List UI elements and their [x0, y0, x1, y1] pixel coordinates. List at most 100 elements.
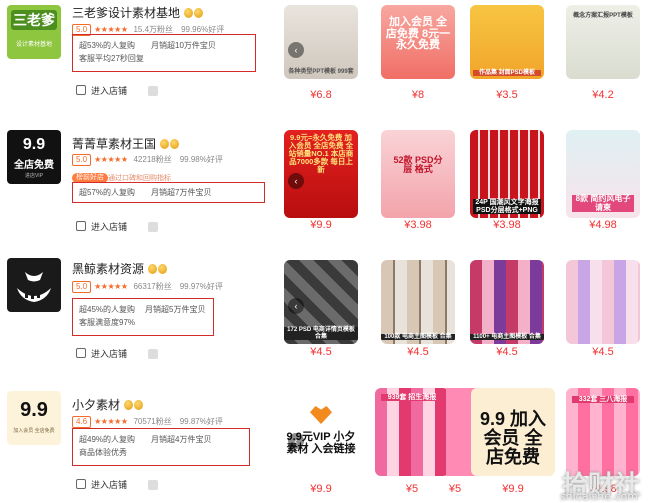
positive-rate: 99.98%好评	[179, 155, 223, 164]
product-price: ¥6.8	[310, 89, 332, 101]
product-price: ¥3.98	[493, 219, 521, 231]
store-name-text: 三老爹设计素材基地	[72, 6, 181, 20]
fans-count: 42218粉丝	[133, 155, 172, 164]
product-price: ¥4.5	[310, 346, 332, 358]
rating-row: 5.0 ★★★★★ 66317粉丝 99.97%好评	[72, 281, 223, 293]
carousel-prev-arrow[interactable]: ‹	[288, 42, 304, 58]
product-thumbnail[interactable]: 332套 三八海报	[566, 388, 640, 476]
product-price: ¥3.5	[496, 89, 518, 101]
star-rating-icon: ★★★★★	[94, 25, 128, 34]
product-thumbnail[interactable]	[566, 260, 640, 344]
fans-count: 70571粉丝	[133, 417, 172, 426]
favorite-checkbox[interactable]	[148, 349, 158, 359]
service-line: 客服平均27秒回复	[79, 54, 144, 63]
store-name[interactable]: 黑鲸素材资源	[72, 260, 168, 277]
logo-text: 9.9	[22, 136, 46, 153]
heart-icon	[310, 406, 332, 424]
product-price: ¥4.98	[589, 219, 617, 231]
logo-subtext: 全店免费	[14, 160, 54, 171]
product-thumbnail[interactable]: 939套 招生海报	[375, 388, 449, 476]
star-rating-icon: ★★★★★	[94, 417, 128, 426]
logo-tag: 进店VIP	[24, 173, 44, 179]
repurchase-line: 超45%的人复购 月销超5万件宝贝	[79, 305, 206, 314]
store-card: 9.9 全店免费 进店VIP 菁菁草素材王国 5.0 ★★★★★ 42218粉丝 99…	[0, 125, 650, 250]
store-name-text: 黑鲸素材资源	[72, 262, 145, 276]
carousel-prev-arrow[interactable]: ‹	[288, 173, 304, 189]
logo-text: 9.9	[20, 399, 48, 421]
rating-row: 5.0 ★★★★★ 42218粉丝 99.98%好评	[72, 154, 223, 166]
favorite-checkbox[interactable]	[148, 480, 158, 490]
product-price: ¥9.9	[502, 483, 524, 495]
highlight-box: 超45%的人复购 月销超5万件宝贝 客服满意度97%	[72, 298, 214, 336]
product-thumbnail[interactable]: 概念方案汇报PPT模板	[566, 5, 640, 79]
repurchase-line: 超57%的人复购 月销超7万件宝贝	[79, 188, 212, 197]
store-card: 黑鲸素材资源 5.0 ★★★★★ 66317粉丝 99.97%好评 超45%的人复购月…	[0, 250, 650, 375]
medal-icons	[160, 138, 180, 152]
product-price: ¥4.2	[592, 89, 614, 101]
store-card: 9.9 加入会员 全店免费 小夕素材 4.6 ★★★★★ 70571粉丝 99.87%…	[0, 375, 650, 503]
product-price: ¥8	[411, 89, 425, 101]
star-rating-icon: ★★★★★	[94, 155, 128, 164]
store-icon	[76, 221, 86, 231]
carousel-prev-arrow[interactable]: ‹	[288, 298, 304, 314]
product-thumbnail[interactable]: 8款 简约风电子请柬	[566, 130, 640, 218]
logo-subtext: 设计素材基地	[15, 42, 52, 48]
enter-store-button[interactable]: 进入店铺	[76, 478, 127, 491]
store-name-text: 菁菁草素材王国	[72, 137, 157, 151]
service-line: 客服满意度97%	[79, 318, 136, 327]
product-thumbnail[interactable]: 24P 国潮风文字海报 PSD分层格式+PNG	[470, 130, 544, 218]
medal-icons	[184, 7, 204, 21]
product-thumbnail[interactable]: 9.9 加入会员 全店免费	[471, 388, 555, 476]
highlight-box: 超49%的人复购 月销超4万件宝贝 商品体验优秀	[72, 428, 250, 466]
store-icon	[76, 348, 86, 358]
highlight-box: 超57%的人复购 月销超7万件宝贝	[72, 182, 265, 203]
product-price: ¥3.98	[404, 219, 432, 231]
repurchase-line: 超53%的人复购 月销超10万件宝贝	[79, 41, 216, 50]
medal-icons	[148, 263, 168, 277]
score-badge: 4.6	[72, 416, 92, 428]
product-price: ¥4.5	[496, 346, 518, 358]
favorite-checkbox[interactable]	[148, 86, 158, 96]
positive-rate: 99.96%好评	[181, 25, 225, 34]
store-name[interactable]: 三老爹设计素材基地	[72, 4, 204, 21]
store-card: 三老爹 设计素材基地 三老爹设计素材基地 5.0 ★★★★★ 15.4万粉丝 99.9…	[0, 0, 650, 125]
favorite-checkbox[interactable]	[148, 222, 158, 232]
product-thumbnail[interactable]: 52款 PSD分层 格式	[381, 130, 455, 218]
product-price: ¥9.9	[310, 219, 332, 231]
store-name[interactable]: 菁菁草素材王国	[72, 135, 180, 152]
score-badge: 5.0	[72, 154, 92, 166]
enter-store-button[interactable]: 进入店铺	[76, 220, 127, 233]
watermark-url: shicaishe.com	[559, 490, 638, 503]
positive-rate: 99.87%好评	[179, 417, 223, 426]
star-rating-icon: ★★★★★	[94, 282, 128, 291]
fans-count: 66317粉丝	[133, 282, 172, 291]
logo-subtext: 加入会员 全店免费	[13, 428, 55, 434]
product-thumbnail[interactable]: 加入会员 全店免费 8元一永久免费	[381, 5, 455, 79]
store-name-text: 小夕素材	[72, 398, 121, 412]
store-icon	[76, 85, 86, 95]
enter-store-button[interactable]: 进入店铺	[76, 84, 127, 97]
fans-count: 15.4万粉丝	[133, 25, 174, 34]
store-logo[interactable]: 9.9 加入会员 全店免费	[7, 391, 61, 445]
product-thumbnail[interactable]: 作品集 封面PSD模板	[470, 5, 544, 79]
product-price: ¥4.5	[592, 346, 614, 358]
service-line: 商品体验优秀	[79, 448, 127, 457]
product-price: ¥4.5	[407, 346, 429, 358]
enter-store-button[interactable]: 进入店铺	[76, 347, 127, 360]
medal-icons	[124, 399, 144, 413]
store-logo[interactable]	[7, 258, 61, 312]
highlight-box: 超53%的人复购 月销超10万件宝贝 客服平均27秒回复	[72, 34, 256, 72]
carousel-prev-arrow[interactable]: ‹	[288, 433, 304, 449]
rating-row: 4.6 ★★★★★ 70571粉丝 99.87%好评	[72, 416, 223, 428]
product-thumbnail[interactable]: 9.9元VIP 小夕素材 入会链接	[284, 388, 358, 472]
repurchase-line: 超49%的人复购 月销超4万件宝贝	[79, 435, 212, 444]
product-thumbnail[interactable]: 100款 电商主图模板 合集	[381, 260, 455, 344]
score-badge: 5.0	[72, 281, 92, 293]
store-icon	[76, 479, 86, 489]
store-logo[interactable]: 三老爹 设计素材基地	[7, 5, 61, 59]
positive-rate: 99.97%好评	[179, 282, 223, 291]
product-price: ¥9.9	[310, 483, 332, 495]
store-name[interactable]: 小夕素材	[72, 396, 144, 413]
product-thumbnail[interactable]: 1100+ 电商主图模板 合集	[470, 260, 544, 344]
store-logo[interactable]: 9.9 全店免费 进店VIP	[7, 130, 61, 184]
